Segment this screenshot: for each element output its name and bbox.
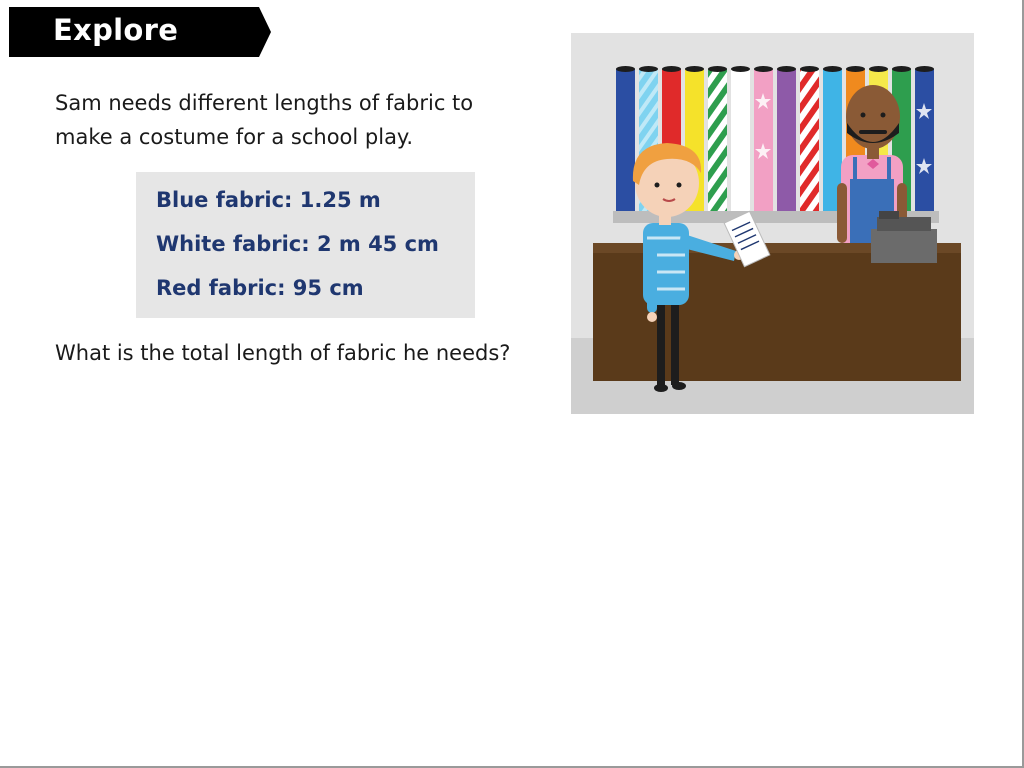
fabric-roll <box>616 69 635 211</box>
fabric-item-blue: Blue fabric: 1.25 m <box>156 188 381 212</box>
problem-question: What is the total length of fabric he ne… <box>55 341 511 365</box>
fabric-roll <box>800 69 819 211</box>
problem-intro-line-1: Sam needs different lengths of fabric to <box>55 91 474 115</box>
problem-intro-line-2: make a costume for a school play. <box>55 125 414 149</box>
fabric-lengths-box: Blue fabric: 1.25 m White fabric: 2 m 45… <box>136 172 475 318</box>
fabric-roll <box>754 69 773 211</box>
fabric-roll <box>777 69 796 211</box>
fabric-roll <box>915 69 934 211</box>
explore-slide: Explore Sam needs different lengths of f… <box>0 0 1024 768</box>
fabric-item-red: Red fabric: 95 cm <box>156 276 364 300</box>
problem-intro: Sam needs different lengths of fabric to… <box>55 86 535 154</box>
fabric-item-white: White fabric: 2 m 45 cm <box>156 232 439 256</box>
cash-register-icon <box>871 211 937 263</box>
explore-banner: Explore <box>9 7 271 57</box>
explore-banner-label: Explore <box>53 13 179 47</box>
fabric-roll <box>708 69 727 211</box>
fabric-shop-illustration <box>571 33 974 414</box>
fabric-roll <box>731 69 750 211</box>
